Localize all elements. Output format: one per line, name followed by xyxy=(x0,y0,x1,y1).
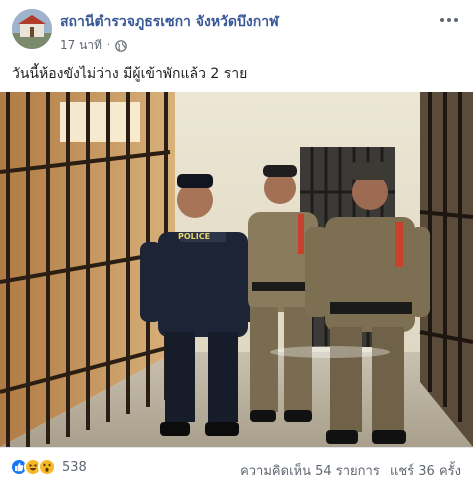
svg-text:POLICE: POLICE xyxy=(178,232,210,241)
more-options-icon[interactable] xyxy=(437,12,461,28)
post-timestamp[interactable]: 17 นาที xyxy=(60,36,102,55)
page-avatar[interactable] xyxy=(12,9,52,49)
post-header: สถานีตำรวจภูธรเซกา จังหวัดบึงกาฬ 17 นาที… xyxy=(0,0,473,58)
post-meta: 17 นาที · xyxy=(60,36,127,55)
wow-icon xyxy=(38,458,56,476)
page-name-link[interactable]: สถานีตำรวจภูธรเซกา จังหวัดบึงกาฬ xyxy=(60,11,279,33)
post-photo[interactable]: POLICE xyxy=(0,92,473,447)
meta-separator: · xyxy=(106,40,111,51)
globe-icon[interactable] xyxy=(115,39,127,52)
post-stats: ความคิดเห็น 54 รายการ แชร์ 36 ครั้ง xyxy=(234,460,461,481)
reaction-count[interactable]: 538 xyxy=(62,460,87,475)
post-footer: 538 ความคิดเห็น 54 รายการ แชร์ 36 ครั้ง xyxy=(0,447,473,486)
reactions-summary[interactable]: 538 xyxy=(10,458,87,476)
post-text: วันนี้ห้องขังไม่ว่าง มีผู้เข้าพักแล้ว 2 … xyxy=(12,66,248,82)
shares-count-link[interactable]: แชร์ 36 ครั้ง xyxy=(390,464,461,479)
comments-count-link[interactable]: ความคิดเห็น 54 รายการ xyxy=(240,464,380,479)
